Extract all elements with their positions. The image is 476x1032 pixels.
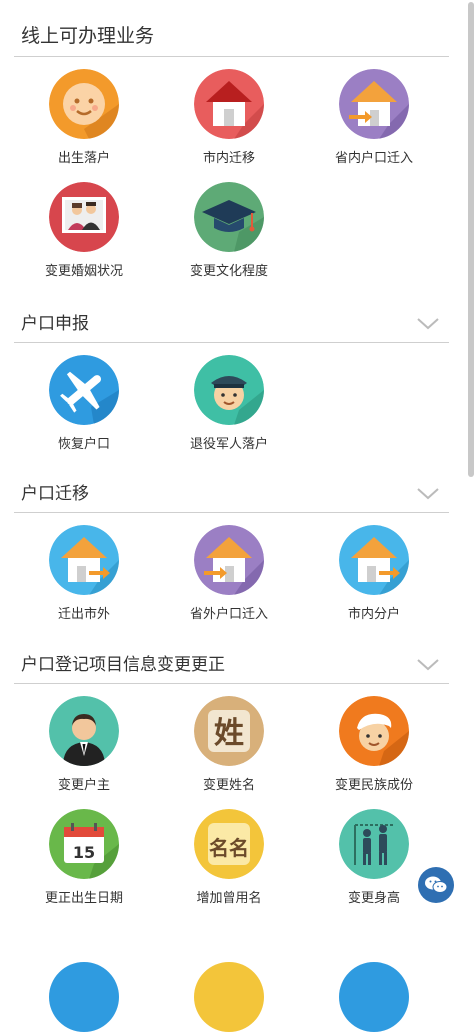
- calendar-icon: 15: [49, 809, 119, 879]
- soldier-icon: [194, 355, 264, 425]
- partial-icon: [49, 962, 119, 1032]
- service-change-ethnicity[interactable]: 变更民族成份: [304, 696, 444, 793]
- section-header[interactable]: 户口申报: [14, 302, 449, 343]
- section-header: 线上可办理业务: [14, 16, 449, 57]
- section-header[interactable]: 户口迁移: [14, 472, 449, 513]
- section-title: 户口迁移: [21, 484, 89, 504]
- service-restore-registration[interactable]: 恢复户口: [14, 355, 154, 452]
- businessman-icon: [49, 696, 119, 766]
- airplane-icon: [49, 355, 119, 425]
- wechat-float-button[interactable]: [418, 867, 454, 903]
- calendar-day: 15: [73, 843, 95, 862]
- service-marital-status-change[interactable]: 变更婚姻状况: [14, 182, 154, 279]
- name-chars: 名名: [209, 836, 249, 860]
- section-title: 户口登记项目信息变更更正: [21, 655, 225, 675]
- service-label: 恢复户口: [57, 437, 110, 452]
- service-out-of-province-move-in[interactable]: 省外户口迁入: [159, 525, 299, 622]
- service-label: 省外户口迁入: [189, 607, 268, 622]
- service-change-name[interactable]: 姓 变更姓名: [159, 696, 299, 793]
- couple-photo-icon: [49, 182, 119, 252]
- graduation-cap-icon: [194, 182, 264, 252]
- section-title: 线上可办理业务: [21, 25, 155, 47]
- service-move-out-of-city[interactable]: 迁出市外: [14, 525, 154, 622]
- service-next-row-item[interactable]: [304, 962, 444, 1032]
- service-birth-registration[interactable]: 出生落户: [14, 69, 154, 166]
- section-household-migration: 户口迁移 迁出市外 省外户口迁入 市内分户: [14, 472, 449, 633]
- partial-icon: [194, 962, 264, 1032]
- service-in-province-move-in[interactable]: 省内户口迁入: [304, 69, 444, 166]
- service-label: 增加曾用名: [196, 891, 262, 906]
- house-arrow-out-icon: [49, 525, 119, 595]
- service-label: 市内分户: [347, 607, 400, 622]
- wechat-icon: [425, 876, 448, 893]
- service-label: 迁出市外: [57, 607, 110, 622]
- section-header[interactable]: 户口登记项目信息变更更正: [14, 643, 449, 684]
- service-correct-birth-date[interactable]: 15 更正出生日期: [14, 809, 154, 906]
- service-label: 更正出生日期: [44, 891, 123, 906]
- service-add-former-name[interactable]: 名名 增加曾用名: [159, 809, 299, 906]
- section-online-services: 线上可办理业务 出生落户 市内迁移 省内户口迁入 变更婚姻状况 变更文化程度: [14, 16, 449, 287]
- service-education-level-change[interactable]: 变更文化程度: [159, 182, 299, 279]
- partial-icon: [339, 962, 409, 1032]
- height-people-icon: [339, 809, 409, 879]
- red-house-icon: [194, 69, 264, 139]
- chevron-down-icon[interactable]: [417, 659, 439, 671]
- service-label: 变更婚姻状况: [44, 264, 123, 279]
- surname-char-icon: 姓: [194, 696, 264, 766]
- chevron-down-icon[interactable]: [417, 318, 439, 330]
- ethnic-person-icon: [339, 696, 409, 766]
- service-next-row-item[interactable]: [14, 962, 154, 1032]
- house-arrow-in-icon: [339, 69, 409, 139]
- service-change-household-head[interactable]: 变更户主: [14, 696, 154, 793]
- service-label: 变更户主: [57, 778, 110, 793]
- service-label: 出生落户: [57, 151, 110, 166]
- service-label: 市内迁移: [202, 151, 255, 166]
- chevron-down-icon[interactable]: [417, 488, 439, 500]
- service-label: 退役军人落户: [189, 437, 268, 452]
- service-intra-city-move[interactable]: 市内迁移: [159, 69, 299, 166]
- service-intra-city-household-split[interactable]: 市内分户: [304, 525, 444, 622]
- service-veteran-registration[interactable]: 退役军人落户: [159, 355, 299, 452]
- house-arrow-in-icon: [194, 525, 264, 595]
- service-next-row-item[interactable]: [159, 962, 299, 1032]
- service-label: 变更姓名: [202, 778, 255, 793]
- name-char-icon: 名名: [194, 809, 264, 879]
- baby-face-icon: [49, 69, 119, 139]
- section-title: 户口申报: [21, 314, 89, 334]
- section-registration-info-change: 户口登记项目信息变更更正 变更户主 姓 变更姓名 变更民族成份 15 更正出生日: [14, 643, 449, 1032]
- service-label: 变更文化程度: [189, 264, 268, 279]
- service-label: 变更民族成份: [334, 778, 413, 793]
- house-arrow-out-icon: [339, 525, 409, 595]
- service-label: 省内户口迁入: [334, 151, 413, 166]
- scrollbar[interactable]: [468, 2, 474, 477]
- surname-char: 姓: [214, 716, 244, 751]
- section-household-declaration: 户口申报 恢复户口 退役军人落户: [14, 302, 449, 463]
